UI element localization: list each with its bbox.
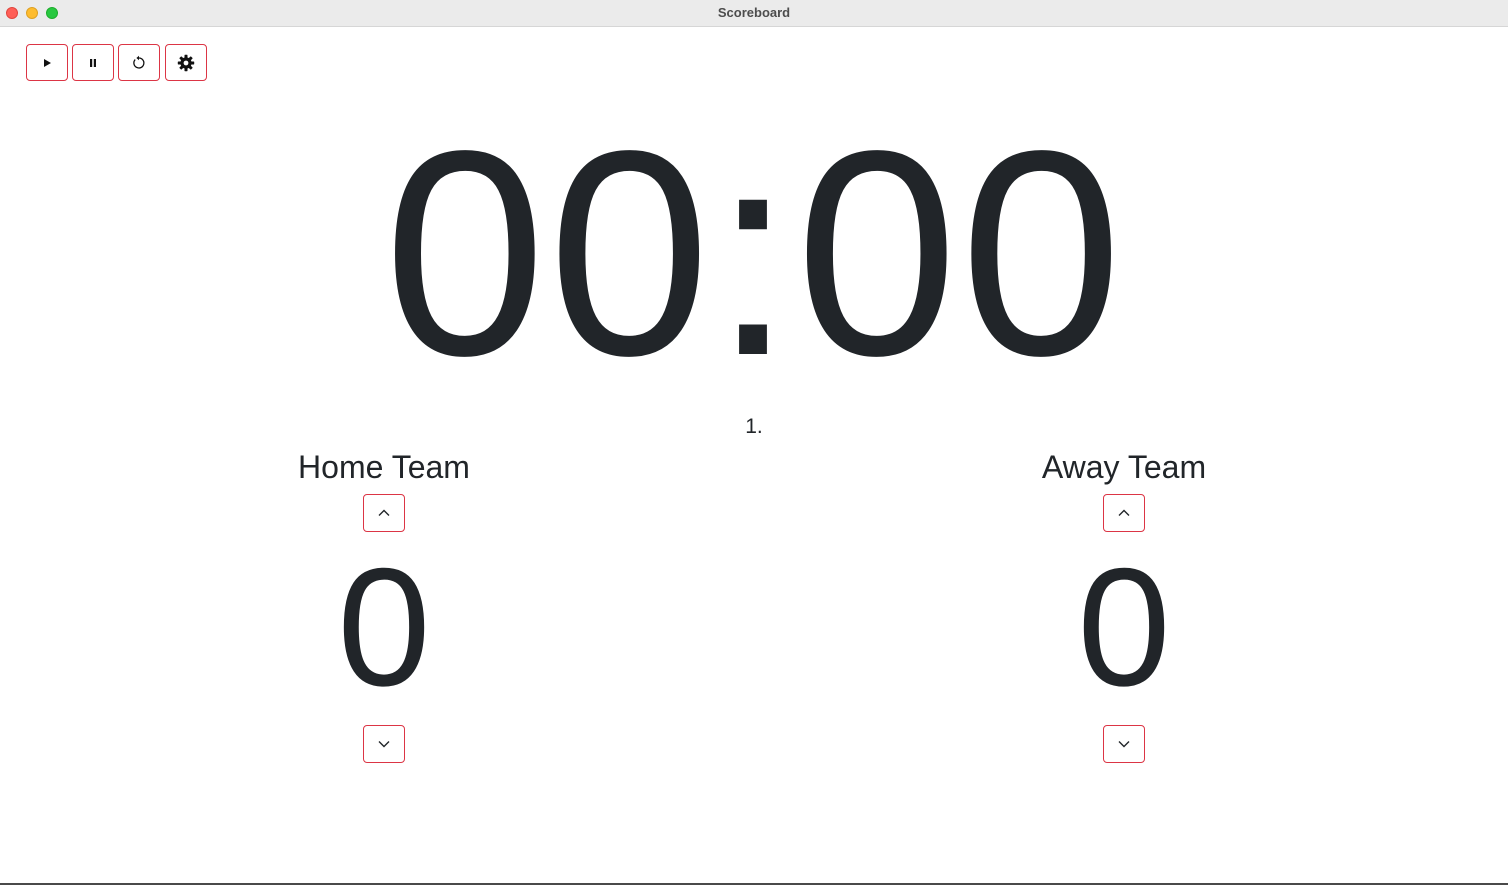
app-window: Scoreboard 00:00 1. Home Team 0 Away Tea… [0, 0, 1508, 885]
away-score-increment-button[interactable] [1103, 494, 1145, 532]
chevron-up-icon [378, 509, 390, 516]
play-button[interactable] [26, 44, 68, 81]
title-bar: Scoreboard [0, 0, 1508, 27]
reset-icon [133, 55, 145, 69]
home-score-decrement-button[interactable] [363, 725, 405, 763]
period-indicator: 1. [745, 415, 763, 438]
settings-button[interactable] [165, 44, 207, 81]
pause-button[interactable] [72, 44, 114, 81]
away-score: 0 [1077, 533, 1171, 721]
away-score-decrement-button[interactable] [1103, 725, 1145, 763]
home-score: 0 [337, 533, 431, 721]
home-score-increment-button[interactable] [363, 494, 405, 532]
reset-button[interactable] [118, 44, 160, 81]
chevron-down-icon [1118, 741, 1130, 748]
game-clock: 00:00 [383, 90, 1125, 416]
home-team-name: Home Team [298, 449, 470, 485]
pause-icon [90, 58, 96, 67]
window-title: Scoreboard [717, 5, 791, 20]
gear-icon [177, 54, 195, 71]
chevron-up-icon [1118, 509, 1130, 516]
away-team-name: Away Team [1041, 449, 1207, 485]
play-icon [44, 58, 51, 67]
chevron-down-icon [378, 741, 390, 748]
